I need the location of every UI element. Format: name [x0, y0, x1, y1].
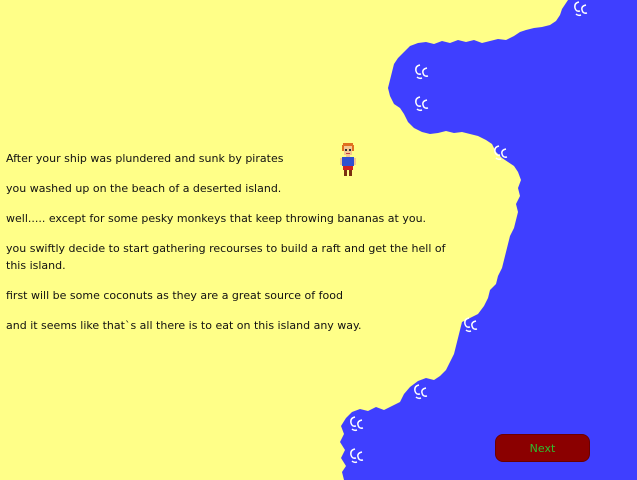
wave-icon — [462, 316, 478, 334]
castaway-character-icon — [340, 143, 356, 176]
wave-icon — [413, 95, 429, 113]
wave-icon — [348, 447, 364, 465]
wave-icon — [413, 63, 429, 81]
story-line: you washed up on the beach of a deserted… — [6, 182, 282, 195]
story-line: and it seems like that`s all there is to… — [6, 319, 362, 332]
wave-icon — [492, 144, 508, 162]
story-line: well..... except for some pesky monkeys … — [6, 212, 427, 225]
game-scene: After your ship was plundered and sunk b… — [0, 0, 637, 480]
wave-icon — [348, 415, 364, 433]
wave-icon — [572, 0, 588, 18]
story-line: After your ship was plundered and sunk b… — [6, 152, 284, 165]
wave-icon — [412, 383, 428, 401]
story-line: first will be some coconuts as they are … — [6, 289, 343, 302]
next-button[interactable]: Next — [495, 434, 590, 462]
story-line: you swiftly decide to start gathering re… — [6, 242, 446, 272]
